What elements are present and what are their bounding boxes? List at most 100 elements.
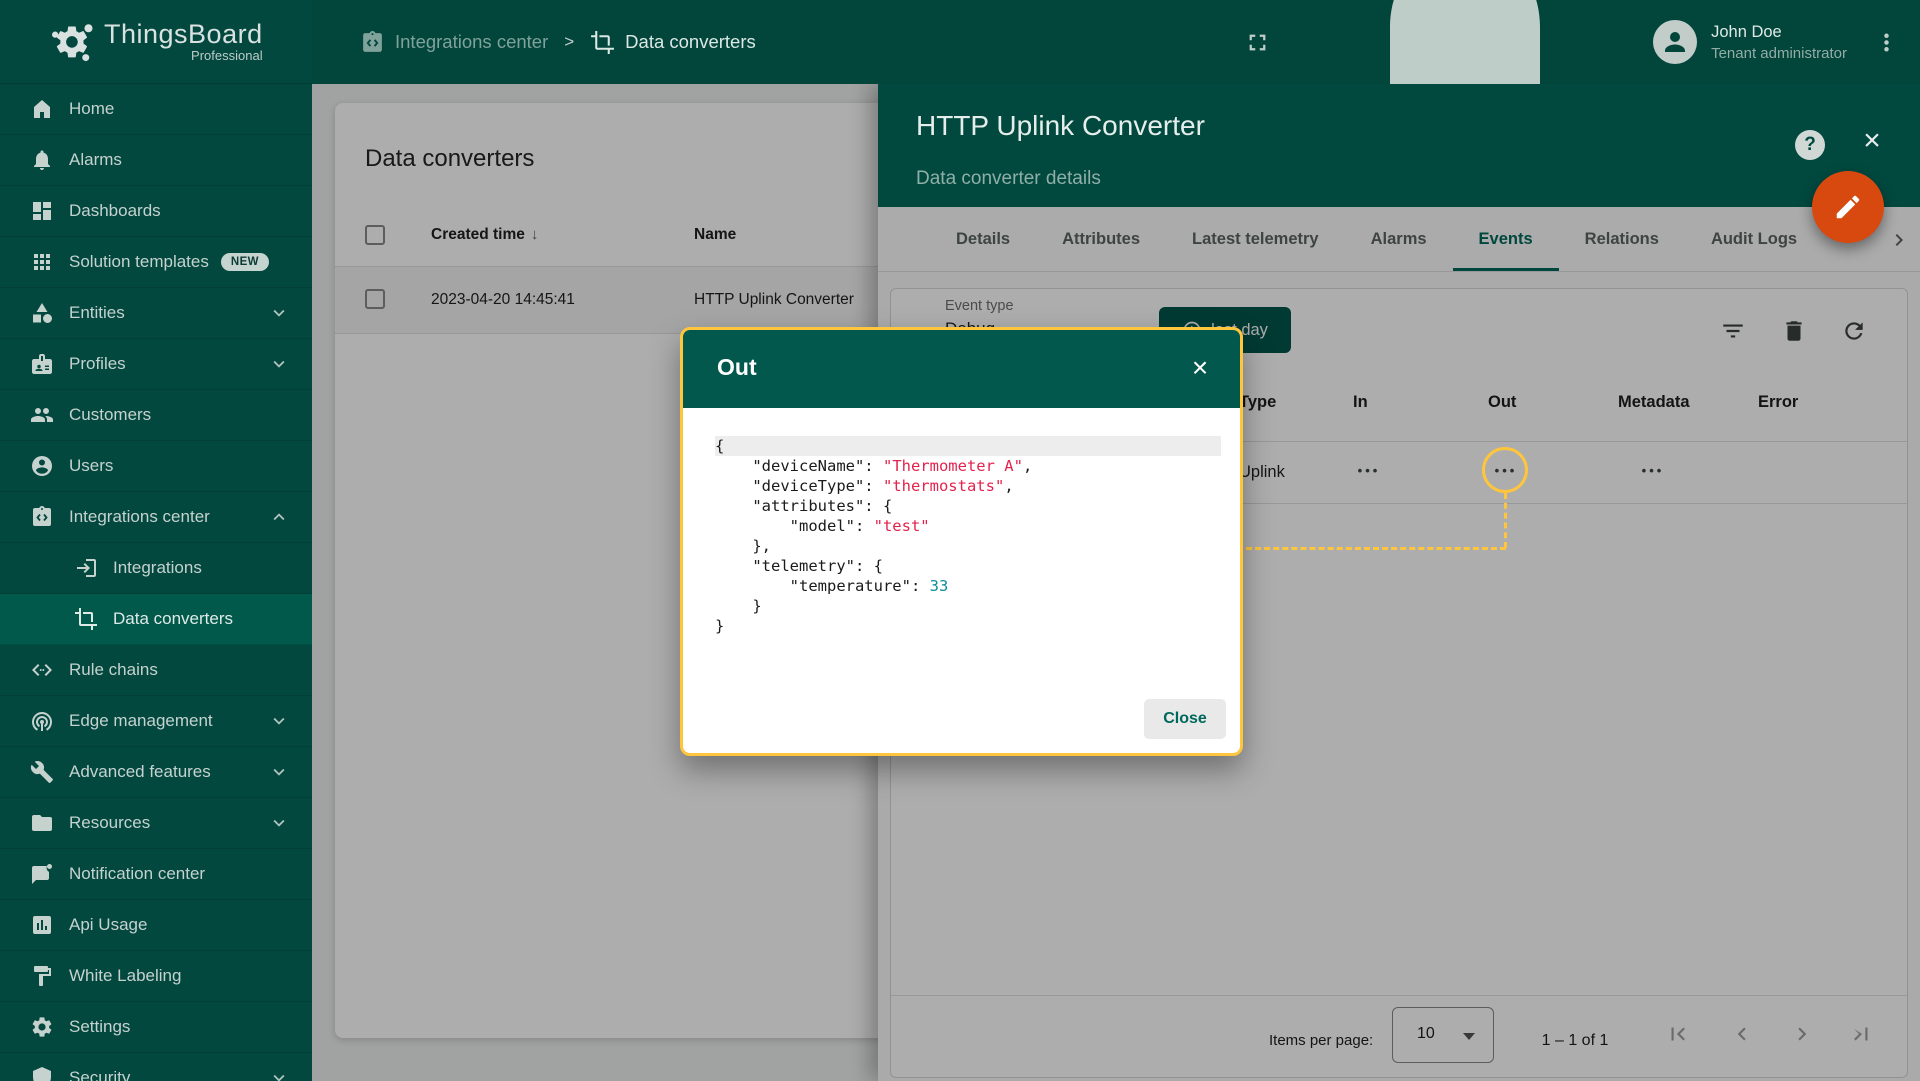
group-icon — [30, 403, 54, 427]
dialog-close-icon[interactable]: × — [1182, 350, 1218, 386]
chevron-down-icon — [268, 353, 290, 375]
tour-connector-vertical — [1504, 493, 1507, 548]
clipboard-icon — [30, 505, 54, 529]
sidebar-item-customers[interactable]: Customers — [0, 390, 312, 441]
sidebar: ThingsBoard Professional Home Alarms Dashb… — [0, 0, 312, 1081]
main-content: Data converters Created time↓ Name 2023-… — [312, 84, 1920, 1081]
person-icon — [1660, 27, 1690, 57]
sidebar-item-label: Solution templates — [69, 252, 209, 272]
sidebar-item-settings[interactable]: Settings — [0, 1002, 312, 1053]
chevron-down-icon — [268, 710, 290, 732]
sidebar-item-integrations[interactable]: Integrations — [0, 543, 312, 594]
badge-icon — [30, 352, 54, 376]
pencil-icon — [1833, 192, 1863, 222]
chevron-down-icon — [268, 302, 290, 324]
sidebar-item-label: White Labeling — [69, 966, 181, 986]
chevron-up-icon — [268, 506, 290, 528]
apps-icon — [30, 250, 54, 274]
sidebar-item-integrations-center[interactable]: Integrations center — [0, 492, 312, 543]
user-name: John Doe — [1711, 23, 1847, 42]
sidebar-item-label: Integrations — [113, 558, 202, 578]
code-line-10: } — [715, 616, 1221, 636]
tour-highlight-circle — [1482, 447, 1528, 493]
avatar[interactable] — [1653, 20, 1697, 64]
breadcrumb: Integrations center > Data converters — [360, 0, 756, 84]
sidebar-item-data-converters[interactable]: Data converters — [0, 594, 312, 645]
sidebar-item-advanced-features[interactable]: Advanced features — [0, 747, 312, 798]
user-role: Tenant administrator — [1711, 45, 1847, 62]
fullscreen-icon[interactable] — [1244, 29, 1271, 56]
sidebar-item-label: Users — [69, 456, 113, 476]
chart-icon — [30, 913, 54, 937]
breadcrumb-data-converters[interactable]: Data converters — [590, 30, 756, 55]
sidebar-item-edge-management[interactable]: Edge management — [0, 696, 312, 747]
sidebar-item-label: Advanced features — [69, 762, 211, 782]
brand-logo[interactable]: ThingsBoard Professional — [0, 0, 312, 84]
home-icon — [30, 97, 54, 121]
sidebar-item-alarms[interactable]: Alarms — [0, 135, 312, 186]
sidebar-item-security[interactable]: Security — [0, 1053, 312, 1081]
edit-fab-button[interactable] — [1812, 171, 1884, 243]
details-subtitle: Data converter details — [916, 168, 1101, 190]
thingsboard-logo-icon — [50, 20, 94, 64]
chatdot-icon — [30, 862, 54, 886]
sidebar-item-dashboards[interactable]: Dashboards — [0, 186, 312, 237]
sidebar-item-label: Api Usage — [69, 915, 147, 935]
sidebar-item-label: Rule chains — [69, 660, 158, 680]
sidebar-item-solution-templates[interactable]: Solution templates NEW — [0, 237, 312, 288]
new-badge: NEW — [221, 253, 269, 271]
account-icon — [30, 454, 54, 478]
paint-icon — [30, 964, 54, 988]
sidebar-item-label: Entities — [69, 303, 125, 323]
more-vert-icon[interactable] — [1873, 29, 1900, 56]
sidebar-item-home[interactable]: Home — [0, 84, 312, 135]
gear-icon — [30, 1015, 54, 1039]
code-line-3: "deviceType": "thermostats", — [715, 476, 1221, 496]
out-dialog: Out × { "deviceName": "Thermometer A", "… — [680, 327, 1243, 756]
clipboard-icon — [360, 30, 385, 55]
chevron-down-icon — [268, 812, 290, 834]
code-line-4: "attributes": { — [715, 496, 1221, 516]
sidebar-item-entities[interactable]: Entities — [0, 288, 312, 339]
json-code-viewer: { "deviceName": "Thermometer A", "device… — [715, 436, 1221, 636]
sidebar-item-label: Resources — [69, 813, 150, 833]
breadcrumb-integrations-center[interactable]: Integrations center — [360, 30, 548, 55]
sidebar-item-api-usage[interactable]: Api Usage — [0, 900, 312, 951]
code-line-8: "temperature": 33 — [715, 576, 1221, 596]
sidebar-item-label: Alarms — [69, 150, 122, 170]
code-line-6: }, — [715, 536, 1221, 556]
sidebar-item-label: Customers — [69, 405, 151, 425]
details-header: HTTP Uplink Converter Data converter det… — [878, 84, 1920, 207]
code-line-9: } — [715, 596, 1221, 616]
dialog-title: Out — [717, 354, 757, 381]
code-line-1: { — [715, 436, 1221, 456]
bell-icon — [30, 148, 54, 172]
sidebar-item-label: Integrations center — [69, 507, 210, 527]
sidebar-nav: Home Alarms Dashboards Solution templates NE… — [0, 84, 312, 1081]
crop-icon — [74, 607, 98, 631]
code-line-7: "telemetry": { — [715, 556, 1221, 576]
sidebar-item-label: Settings — [69, 1017, 130, 1037]
help-icon[interactable]: ? — [1795, 130, 1825, 160]
sidebar-item-white-labeling[interactable]: White Labeling — [0, 951, 312, 1002]
details-title: HTTP Uplink Converter — [916, 110, 1205, 142]
sidebar-item-label: Security — [69, 1068, 130, 1081]
sidebar-item-users[interactable]: Users — [0, 441, 312, 492]
brand-edition: Professional — [104, 48, 263, 63]
tour-connector-horizontal — [1246, 547, 1506, 550]
sidebar-item-profiles[interactable]: Profiles — [0, 339, 312, 390]
crop-icon — [590, 30, 615, 55]
antenna-icon — [30, 709, 54, 733]
sidebar-item-label: Data converters — [113, 609, 233, 629]
category-icon — [30, 301, 54, 325]
breadcrumb-separator: > — [560, 32, 578, 52]
sidebar-item-label: Dashboards — [69, 201, 161, 221]
brand-name: ThingsBoard — [104, 20, 263, 48]
sidebar-item-notification-center[interactable]: Notification center — [0, 849, 312, 900]
folder-icon — [30, 811, 54, 835]
sidebar-item-rule-chains[interactable]: Rule chains — [0, 645, 312, 696]
close-panel-icon[interactable]: × — [1855, 124, 1889, 158]
dialog-close-button[interactable]: Close — [1144, 699, 1226, 739]
user-menu[interactable]: John Doe Tenant administrator — [1711, 23, 1847, 62]
sidebar-item-resources[interactable]: Resources — [0, 798, 312, 849]
